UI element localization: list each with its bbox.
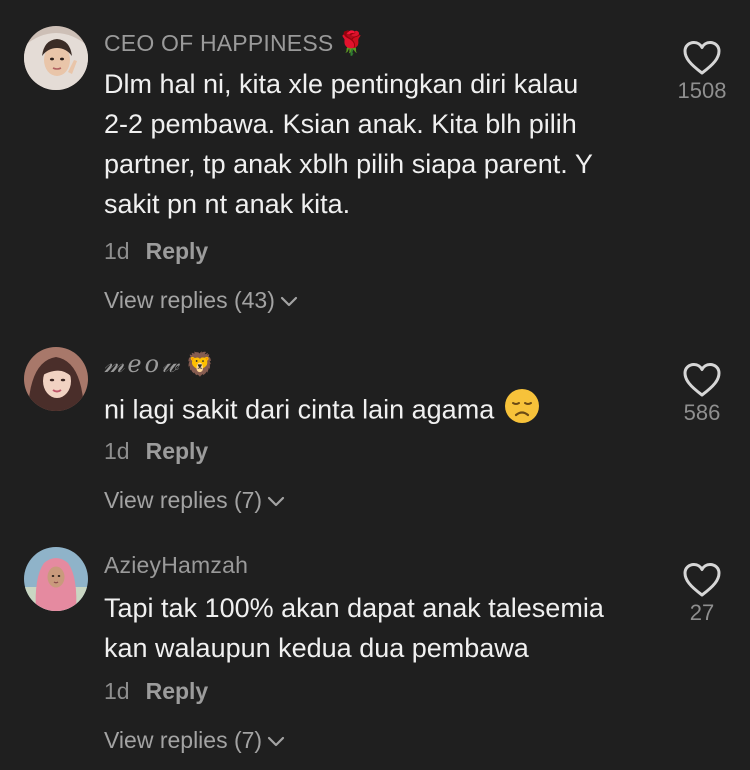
comment-line: Dlm hal ni, kita xle pentingkan diri kal… — [104, 69, 579, 99]
comment-line-text: ni lagi sakit dari cinta lain agama — [104, 394, 495, 425]
comment-username[interactable]: AzieyHamzah — [104, 552, 248, 579]
lion-icon: 🦁 — [185, 352, 215, 378]
like-button[interactable]: 586 — [660, 362, 744, 426]
view-replies-button[interactable]: View replies (7) — [104, 487, 286, 515]
view-replies-label: View replies (43) — [104, 287, 275, 313]
view-replies-label: View replies (7) — [104, 727, 263, 753]
like-button[interactable]: 27 — [660, 562, 744, 626]
chevron-down-icon — [279, 288, 299, 315]
comment-item: AzieyHamzah Tapi tak 100% akan dapat ana… — [0, 530, 750, 770]
comment-line: ni lagi sakit dari cinta lain agama — [104, 388, 664, 435]
chevron-down-icon — [266, 728, 286, 755]
comment-username[interactable]: CEO OF HAPPINESS 🌹 — [104, 30, 366, 57]
comment-item: 𝓂𝑒𝑜𝓌 🦁 ni lagi sakit dari cinta lain agam… — [0, 330, 750, 530]
chevron-down-icon — [266, 488, 286, 515]
comment-meta: 1d Reply — [104, 438, 208, 465]
comment-line: Tapi tak 100% akan dapat anak talesemia — [104, 593, 604, 623]
comment-line: kan walaupun kedua dua pembawa — [104, 633, 529, 663]
comment-item: CEO OF HAPPINESS 🌹 Dlm hal ni, kita xle p… — [0, 0, 750, 330]
comment-line: partner, tp anak xblh pilih siapa parent… — [104, 149, 593, 179]
comment-line: sakit pn nt anak kita. — [104, 189, 351, 219]
rose-icon: 🌹 — [337, 31, 367, 57]
timestamp: 1d — [104, 438, 130, 464]
comment-meta: 1d Reply — [104, 678, 208, 705]
comment-meta: 1d Reply — [104, 238, 208, 265]
username-text: CEO OF HAPPINESS — [104, 30, 334, 56]
like-count: 586 — [683, 400, 721, 425]
avatar-girl-longhair-icon — [24, 347, 88, 411]
avatar[interactable] — [24, 26, 88, 90]
comment-text: ni lagi sakit dari cinta lain agama — [104, 388, 664, 435]
comment-username[interactable]: 𝓂𝑒𝑜𝓌 🦁 — [104, 350, 215, 379]
view-replies-label: View replies (7) — [104, 487, 263, 513]
like-button[interactable]: 1508 — [660, 40, 744, 104]
avatar[interactable] — [24, 347, 88, 411]
like-count: 27 — [689, 600, 715, 625]
avatar-pink-hijab-icon — [24, 547, 88, 611]
avatar[interactable] — [24, 547, 88, 611]
reply-button[interactable]: Reply — [146, 678, 209, 704]
timestamp: 1d — [104, 238, 130, 264]
timestamp: 1d — [104, 678, 130, 704]
like-count: 1508 — [677, 78, 727, 103]
comment-line: 2-2 pembawa. Ksian anak. Kita blh pilih — [104, 109, 577, 139]
view-replies-button[interactable]: View replies (7) — [104, 727, 286, 755]
username-text: 𝓂𝑒𝑜𝓌 — [104, 352, 182, 378]
heart-icon — [683, 363, 721, 397]
reply-button[interactable]: Reply — [146, 438, 209, 464]
heart-icon — [683, 41, 721, 75]
username-text: AzieyHamzah — [104, 552, 249, 578]
comment-text: Dlm hal ni, kita xle pentingkan diri kal… — [104, 64, 664, 224]
heart-icon — [683, 563, 721, 597]
view-replies-button[interactable]: View replies (43) — [104, 287, 299, 315]
reply-button[interactable]: Reply — [146, 238, 209, 264]
avatar-girl-veil-icon — [24, 26, 88, 90]
disappointed-face-icon — [504, 388, 540, 435]
comment-text: Tapi tak 100% akan dapat anak talesemia … — [104, 588, 664, 668]
